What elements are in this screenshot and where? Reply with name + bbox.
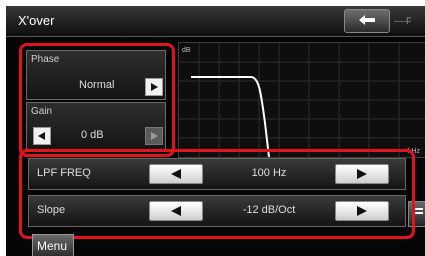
y-axis-label: dB — [182, 47, 191, 54]
screen-title: X'over — [18, 13, 55, 28]
return-arrow-icon — [359, 15, 375, 25]
menu-button[interactable]: Menu — [32, 234, 74, 256]
top-right-status: ----F — [394, 16, 412, 26]
highlight-frame-upper — [19, 43, 175, 157]
menu-label: Menu — [37, 239, 68, 253]
crossover-curve-graphic — [179, 43, 425, 157]
xover-screen: X'over ----F dB kHz Phase Normal Gain 0 … — [6, 6, 425, 256]
title-bar: X'over ----F — [6, 6, 425, 37]
back-button[interactable] — [344, 9, 390, 33]
crossover-graph: dB kHz — [178, 42, 425, 158]
highlight-frame-lower — [19, 149, 415, 239]
